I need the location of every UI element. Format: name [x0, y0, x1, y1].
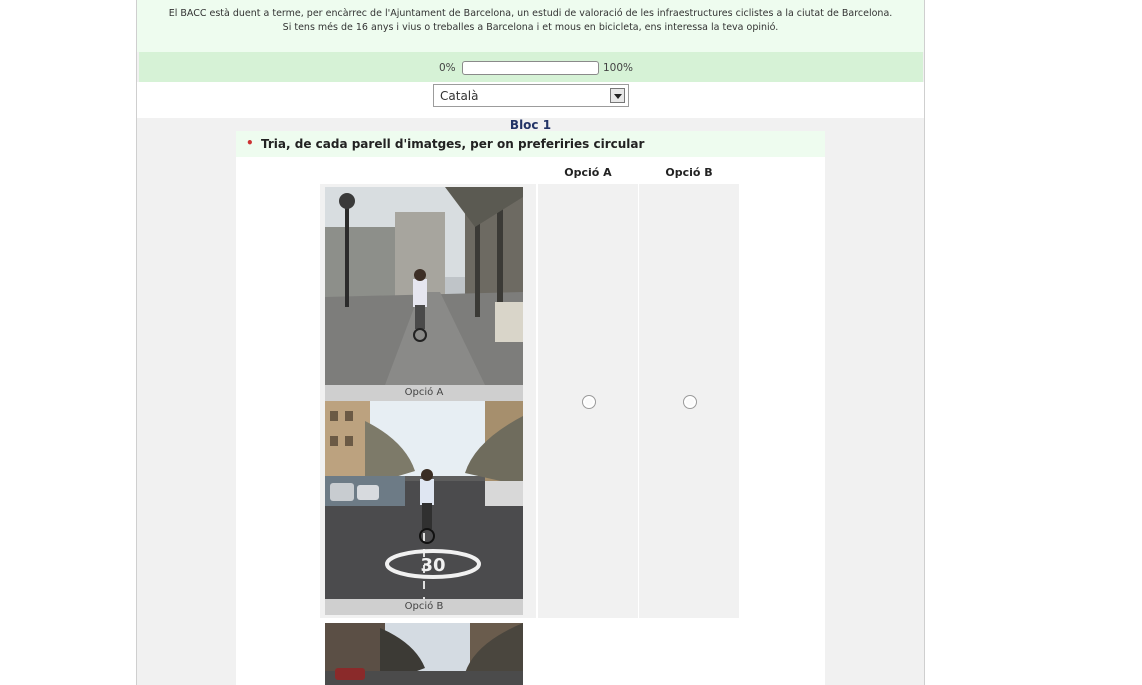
photo-option-a: [325, 187, 523, 385]
progress-min-label: 0%: [439, 62, 456, 74]
bullet-icon: •: [246, 136, 254, 150]
radio-option-a[interactable]: [582, 395, 596, 409]
language-selected-value: Català: [440, 89, 479, 103]
caption-option-b: Opció B: [325, 599, 523, 615]
column-header-option-a: Opció A: [564, 166, 612, 179]
photo-next-pair: [325, 623, 523, 685]
dropdown-arrow-icon[interactable]: [610, 88, 625, 103]
progress-bar: [462, 61, 599, 75]
option-a-cell: [538, 184, 638, 618]
intro-line-1: El BACC està duent a terme, per encàrrec…: [168, 8, 893, 19]
language-select[interactable]: Català: [433, 84, 629, 107]
progress-row: 0% 100%: [139, 52, 923, 82]
column-header-option-b: Opció B: [665, 166, 713, 179]
question-header: • Tria, de cada parell d'imatges, per on…: [236, 131, 825, 157]
intro-line-2: Si tens més de 16 anys i vius o treballe…: [282, 22, 779, 33]
block-title: Bloc 1: [509, 118, 552, 132]
radio-option-b[interactable]: [683, 395, 697, 409]
question-text: Tria, de cada parell d'imatges, per on p…: [261, 137, 645, 151]
question-panel: • Tria, de cada parell d'imatges, per on…: [236, 131, 825, 685]
intro-banner: El BACC està duent a terme, per encàrrec…: [137, 0, 924, 52]
image-pair-cell: Opció A 30 Opció B: [320, 184, 536, 618]
caption-option-a: Opció A: [325, 385, 523, 401]
survey-container: El BACC està duent a terme, per encàrrec…: [136, 0, 925, 685]
photo-option-b: 30: [325, 401, 523, 599]
language-row: Català: [137, 82, 924, 118]
svg-text:30: 30: [420, 555, 445, 576]
option-b-cell: [639, 184, 739, 618]
progress-max-label: 100%: [603, 62, 634, 74]
